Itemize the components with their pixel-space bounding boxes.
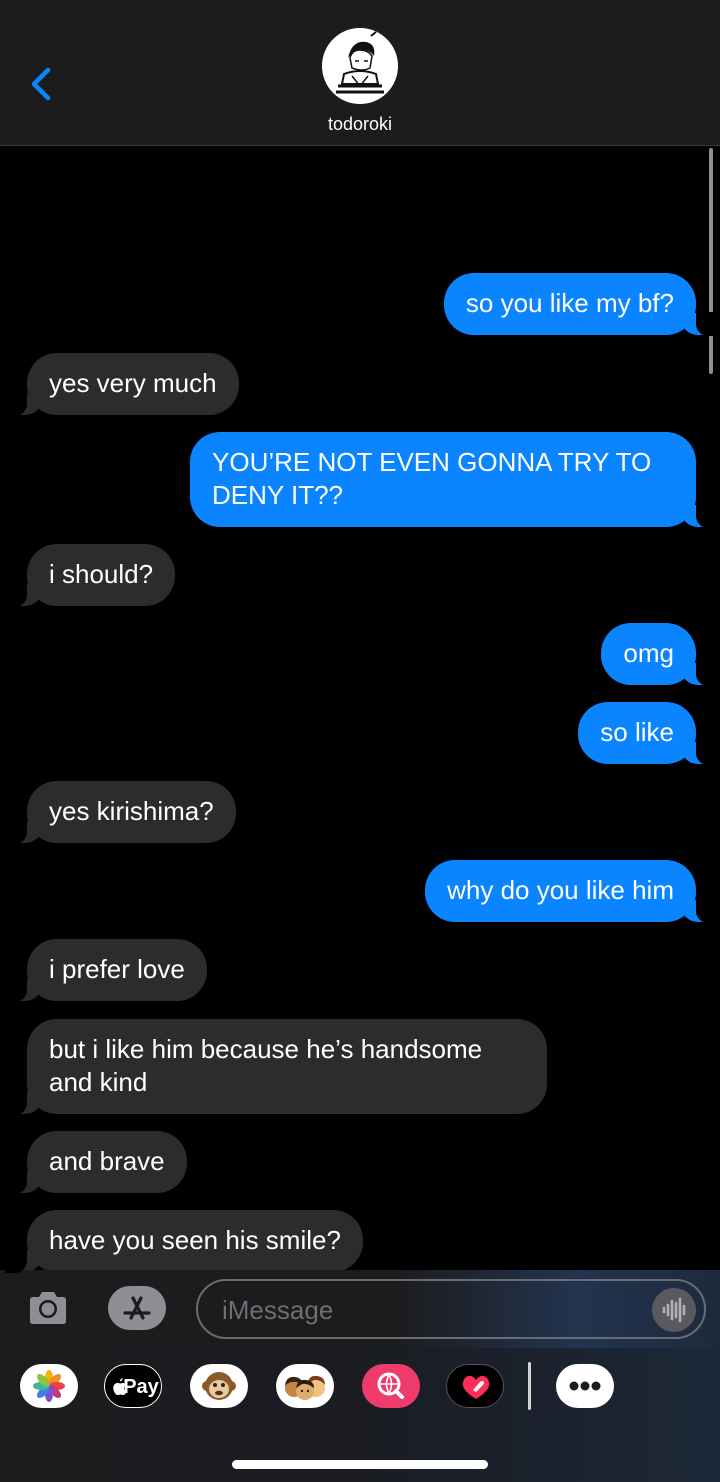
message-bubble-received[interactable]: i prefer love: [5, 939, 207, 1002]
message-bubble-received[interactable]: yes kirishima?: [5, 781, 236, 844]
message-text: yes kirishima?: [49, 796, 214, 826]
chevron-left-icon: [31, 67, 51, 101]
home-indicator[interactable]: [232, 1460, 488, 1469]
scroll-indicator[interactable]: [709, 148, 713, 374]
web-images-search-icon: [377, 1372, 404, 1399]
contact-name[interactable]: todoroki: [0, 114, 720, 135]
app-store-icon: [118, 1289, 156, 1327]
memoji-stickers-app-button[interactable]: [276, 1364, 334, 1408]
message-text: have you seen his smile?: [49, 1225, 341, 1255]
app-drawer: Pay: [0, 1348, 720, 1482]
conversation-header: todoroki: [0, 0, 720, 146]
message-text-line-2: DENY IT??: [212, 480, 344, 510]
message-text: why do you like him: [447, 875, 674, 905]
back-button[interactable]: [26, 62, 60, 106]
waveform-icon: [662, 1297, 686, 1323]
monkey-animoji-icon: [202, 1372, 236, 1400]
message-bubble-sent[interactable]: YOU’RE NOT EVEN GONNA TRY TO DENY IT??: [190, 432, 718, 528]
compose-bar: [0, 1270, 720, 1348]
message-bubble-received[interactable]: have you seen his smile?: [5, 1210, 363, 1273]
message-bubble-received[interactable]: yes very much: [5, 353, 239, 416]
contact-avatar[interactable]: [322, 28, 398, 104]
more-apps-button[interactable]: [556, 1364, 614, 1408]
message-text: but i like him because he’s handsome: [49, 1034, 483, 1064]
memoji-stickers-icon: [285, 1375, 325, 1400]
message-text: yes very much: [49, 368, 217, 398]
message-text: and brave: [49, 1146, 165, 1176]
message-bubble-sent[interactable]: so like: [578, 702, 718, 765]
camera-button[interactable]: [26, 1288, 70, 1328]
message-text-line-2: and kind: [49, 1067, 148, 1097]
app-store-button[interactable]: [108, 1286, 166, 1330]
app-drawer-divider: [528, 1362, 531, 1410]
message-text: so you like my bf?: [465, 288, 674, 318]
messages-screen: todoroki so you like my bf? yes very muc…: [0, 0, 720, 1482]
pay-label: Pay: [123, 1376, 159, 1398]
apple-pay-app-button[interactable]: Pay: [104, 1364, 162, 1408]
message-field[interactable]: [196, 1279, 706, 1339]
message-text: i prefer love: [49, 954, 185, 984]
animoji-app-button[interactable]: [190, 1364, 248, 1408]
photos-app-button[interactable]: [20, 1364, 78, 1408]
digital-touch-app-button[interactable]: [446, 1364, 504, 1408]
audio-message-button[interactable]: [652, 1288, 696, 1332]
web-images-app-button[interactable]: [362, 1364, 420, 1408]
message-text: YOU’RE NOT EVEN GONNA TRY TO: [212, 447, 652, 477]
photos-icon: [33, 1370, 65, 1402]
message-text: i should?: [49, 559, 154, 589]
message-bubble-sent[interactable]: why do you like him: [425, 860, 718, 923]
message-bubble-received[interactable]: and brave: [5, 1131, 187, 1194]
message-bubble-received[interactable]: but i like him because he’s handsome and…: [5, 1019, 547, 1115]
digital-touch-heart-icon: [462, 1375, 490, 1399]
message-bubble-sent[interactable]: so you like my bf?: [443, 273, 719, 336]
message-input[interactable]: [222, 1295, 622, 1325]
message-bubble-sent[interactable]: omg: [601, 623, 718, 686]
message-text: so like: [600, 717, 674, 747]
message-bubble-received[interactable]: i should?: [4, 544, 176, 607]
camera-icon: [30, 1292, 66, 1324]
message-text: omg: [623, 638, 674, 668]
more-icon: [569, 1381, 601, 1391]
